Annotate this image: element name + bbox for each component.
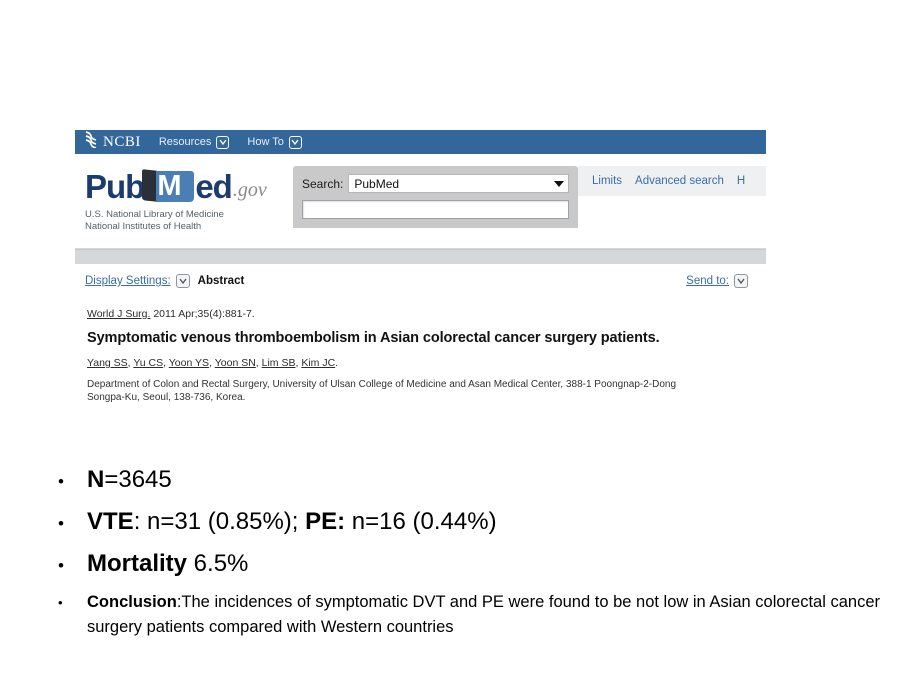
ncbi-logo-text: NCBI — [103, 133, 141, 150]
author-link[interactable]: Yu CS — [133, 357, 163, 369]
list-item: • VTE: n=31 (0.85%); PE: n=16 (0.44%) — [45, 502, 885, 544]
bullet-bold: N — [87, 466, 105, 493]
ncbi-menu-item-resources[interactable]: Resources — [159, 136, 212, 148]
list-item: • N=3645 — [45, 460, 885, 502]
display-settings-link[interactable]: Display Settings: — [85, 275, 171, 287]
pubmed-header-band: Pub M ed .gov U.S. National Library of M… — [75, 154, 766, 249]
author-link[interactable]: Lim SB — [262, 357, 296, 369]
display-mode-label: Abstract — [197, 275, 245, 287]
bullet-bold-2: PE: — [305, 508, 346, 535]
author-link[interactable]: Kim JC — [301, 357, 335, 369]
bullet-text: N=3645 — [87, 460, 885, 500]
search-row: Search: PubMed — [302, 174, 569, 193]
conclusion-text: Conclusion:The incidences of symptomatic… — [87, 590, 885, 640]
pubmed-logo-pub: Pub — [85, 168, 145, 205]
ncbi-helix-icon — [83, 131, 99, 153]
affiliation-text: Department of Colon and Rectal Surgery, … — [87, 379, 677, 403]
bullet-marker: • — [58, 514, 64, 533]
help-link[interactable]: H — [737, 175, 745, 187]
header-links: Limits Advanced search H — [578, 166, 766, 196]
bullet-rest: 6.5% — [187, 550, 249, 577]
send-to-group: Send to: — [686, 274, 748, 288]
ncbi-logo[interactable]: NCBI — [83, 131, 141, 153]
pubmed-logo[interactable]: Pub M ed .gov U.S. National Library of M… — [85, 168, 267, 233]
search-panel: Search: PubMed — [293, 166, 578, 228]
author-list: Yang SS, Yu CS, Yoon YS, Yoon SN, Lim SB… — [87, 357, 756, 369]
ncbi-top-bar: NCBI Resources How To — [75, 130, 766, 154]
author-sep: . — [335, 357, 339, 369]
open-book-icon: M — [142, 169, 195, 204]
advanced-search-link[interactable]: Advanced search — [635, 175, 724, 187]
limits-link[interactable]: Limits — [592, 175, 622, 187]
bullet-list: • N=3645 • VTE: n=31 (0.85%); PE: n=16 (… — [45, 460, 885, 640]
chevron-down-icon[interactable] — [216, 135, 230, 149]
bullet-bold: VTE — [87, 508, 134, 535]
citation-line: World J Surg. 2011 Apr;35(4):881-7. — [87, 308, 756, 320]
send-to-link[interactable]: Send to: — [686, 275, 729, 287]
display-settings-group: Display Settings: Abstract — [85, 274, 244, 288]
header-gray-divider — [75, 249, 766, 264]
citation-detail: 2011 Apr;35(4):881-7. — [153, 308, 255, 320]
database-select[interactable]: PubMed — [348, 174, 569, 193]
subtitle-line-1: U.S. National Library of Medicine — [85, 209, 224, 220]
journal-link[interactable]: World J Surg. — [87, 308, 150, 320]
bullet-rest: =3645 — [104, 466, 172, 493]
chevron-down-icon[interactable] — [175, 274, 190, 288]
author-link[interactable]: Yang SS — [87, 357, 128, 369]
database-select-value: PubMed — [354, 176, 400, 191]
ncbi-menu: Resources How To — [159, 135, 302, 149]
conclusion-rest: :The incidences of symptomatic DVT and P… — [87, 593, 880, 636]
bullet-rest: : n=31 (0.85%); — [133, 508, 306, 535]
conclusion-bold: Conclusion — [87, 593, 177, 611]
pubmed-logo-gov: .gov — [232, 179, 267, 201]
ncbi-menu-item-how-to[interactable]: How To — [247, 136, 283, 148]
pubmed-logo-subtitle: U.S. National Library of Medicine Nation… — [85, 209, 267, 233]
bullet-marker: • — [58, 556, 64, 575]
list-item-conclusion: • Conclusion:The incidences of symptomat… — [45, 590, 885, 640]
pubmed-screenshot-image: NCBI Resources How To Pub M ed .gov U.S.… — [75, 130, 766, 418]
bullet-marker: • — [58, 472, 64, 491]
search-label: Search: — [302, 176, 344, 191]
article-record: World J Surg. 2011 Apr;35(4):881-7. Symp… — [75, 298, 766, 418]
chevron-down-icon[interactable] — [288, 135, 302, 149]
bullet-text: Mortality 6.5% — [87, 544, 885, 584]
pubmed-logo-m: M — [157, 170, 182, 202]
bullet-rest-2: n=16 (0.44%) — [345, 508, 497, 535]
list-item: • Mortality 6.5% — [45, 544, 885, 586]
subtitle-line-2: National Institutes of Health — [85, 221, 202, 232]
article-title: Symptomatic venous thromboembolism in As… — [87, 330, 660, 346]
book-page-left — [142, 169, 158, 202]
bullet-bold: Mortality — [87, 550, 188, 577]
display-settings-bar: Display Settings: Abstract Send to: — [75, 264, 766, 298]
caret-down-icon — [554, 180, 564, 187]
search-input[interactable] — [302, 200, 569, 219]
author-link[interactable]: Yoon YS — [169, 357, 209, 369]
pubmed-logo-ed: ed — [195, 168, 233, 205]
bullet-text: VTE: n=31 (0.85%); PE: n=16 (0.44%) — [87, 502, 885, 542]
pubmed-logo-row: Pub M ed .gov — [85, 168, 267, 204]
bullet-marker: • — [58, 595, 63, 610]
author-link[interactable]: Yoon SN — [215, 357, 256, 369]
chevron-down-icon[interactable] — [734, 274, 748, 288]
